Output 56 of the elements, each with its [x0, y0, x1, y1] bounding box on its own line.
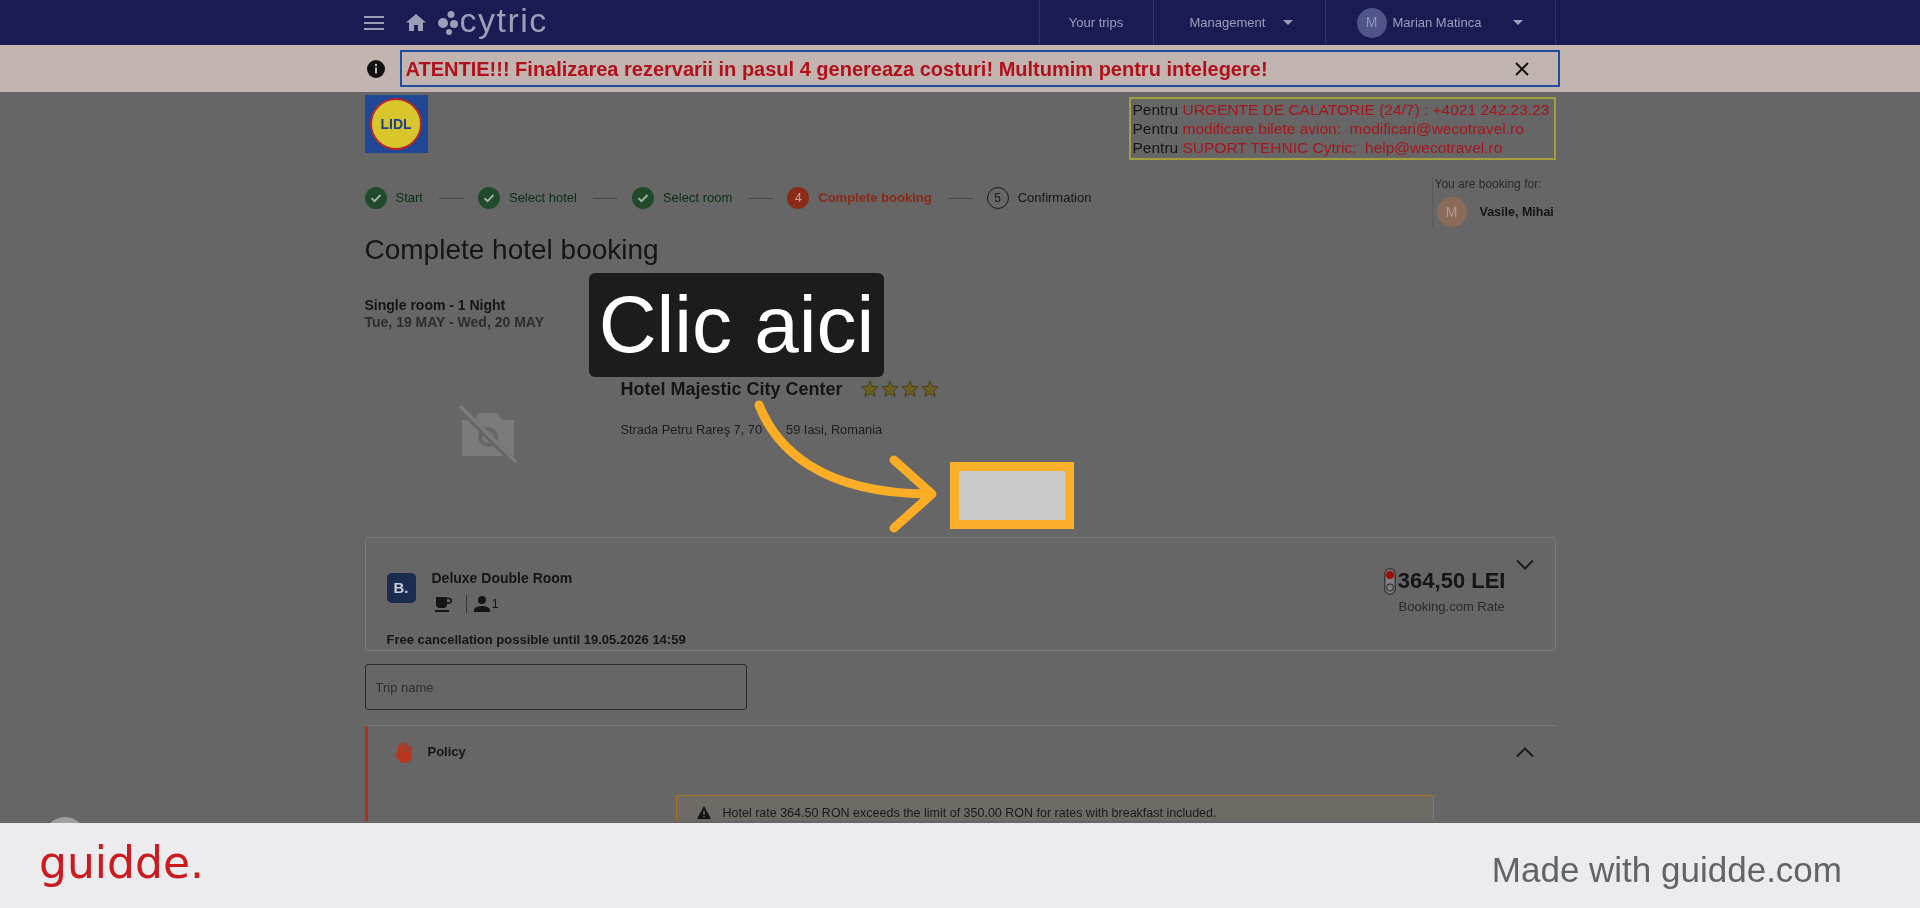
step-label: Complete booking	[818, 190, 932, 206]
address-text: 59 Iasi, Romania	[786, 422, 883, 438]
hotel-name: Hotel Majestic City Center	[620, 379, 843, 399]
caret-icon	[1513, 20, 1524, 25]
contact-line: Pentru SUPORT TEHNIC Cytric: help@wecotravel.ro	[1132, 138, 1503, 157]
avatar: M	[1356, 7, 1387, 38]
close-icon[interactable]	[1514, 61, 1529, 76]
logo-text: guidde.	[39, 838, 204, 888]
chevron-up-icon[interactable]	[1515, 746, 1534, 758]
check-circle-icon	[477, 187, 500, 209]
footer-tagline: Made with guidde.com	[1491, 850, 1842, 890]
rate-label: Booking.com Rate	[1398, 599, 1505, 615]
step-label: Start	[395, 190, 423, 206]
user-menu-button[interactable]: M Marian Matinca	[1325, 0, 1530, 45]
policy-title: Policy	[427, 744, 466, 760]
notice-text: ATENTIE!!! Finalizarea rezervarii in pasul 4 genereaza costuri! Multumim pentru intelegere!	[405, 56, 1268, 81]
guest-count: 1	[491, 596, 499, 612]
stay-dates: Tue, 19 MAY - Wed, 20 MAY	[364, 314, 544, 331]
step-label: Select hotel	[508, 190, 577, 206]
contact-line: Pentru URGENTE DE CALATORIE (24/7) : +4021 242.23.23	[1132, 100, 1550, 119]
menu-icon[interactable]	[363, 15, 384, 30]
warning-text: Hotel rate 364.50 RON exceeds the limit of 350.00 RON for rates with breakfast included.	[722, 805, 1217, 821]
room-name: Deluxe Double Room	[431, 569, 573, 588]
person-icon	[473, 596, 490, 612]
nav-menu-button[interactable]: Management	[1153, 0, 1302, 45]
step-label: Confirmation	[1017, 190, 1092, 206]
step-number: 4	[787, 187, 810, 209]
raised-hand-icon	[394, 741, 413, 763]
check-circle-icon	[631, 187, 654, 209]
chevron-down-icon[interactable]	[1515, 559, 1534, 570]
step-label: Select room	[662, 190, 733, 206]
nav-link[interactable]: Your trips	[1068, 14, 1124, 31]
price: 364,50 LEI	[1397, 568, 1506, 594]
trip-name-field[interactable]: Trip name	[364, 664, 747, 710]
contact-line: Pentru modificare bilete avion: modificari@wecotravel.ro	[1132, 119, 1524, 138]
page-title: Complete hotel booking	[364, 234, 659, 266]
traveler-name: Vasile, Mihai	[1479, 204, 1554, 220]
room-summary: Single room - 1 Night	[364, 297, 506, 314]
coffee-cup-icon	[434, 596, 452, 612]
booking-for-label: You are booking for:	[1434, 176, 1542, 192]
star-icon	[900, 380, 919, 398]
star-icon	[920, 380, 939, 398]
provider-logo: B.	[386, 573, 416, 603]
caret-icon	[1283, 20, 1294, 25]
star-icon	[860, 380, 879, 398]
address-text: Strada Petru Rareş 7, 70	[620, 422, 763, 438]
info-icon	[366, 59, 385, 78]
company-logo: LIDL	[364, 95, 428, 153]
dots-logo-icon	[437, 10, 458, 35]
instruction-callout: Clic aici	[589, 273, 884, 377]
cancellation-text: Free cancellation possible until 19.05.2026 14:59	[386, 632, 686, 648]
traffic-light-icon	[1383, 568, 1396, 595]
check-circle-icon	[364, 187, 387, 209]
star-icon	[880, 380, 899, 398]
home-icon[interactable]	[405, 14, 426, 31]
logo-text: cytric	[459, 0, 548, 40]
